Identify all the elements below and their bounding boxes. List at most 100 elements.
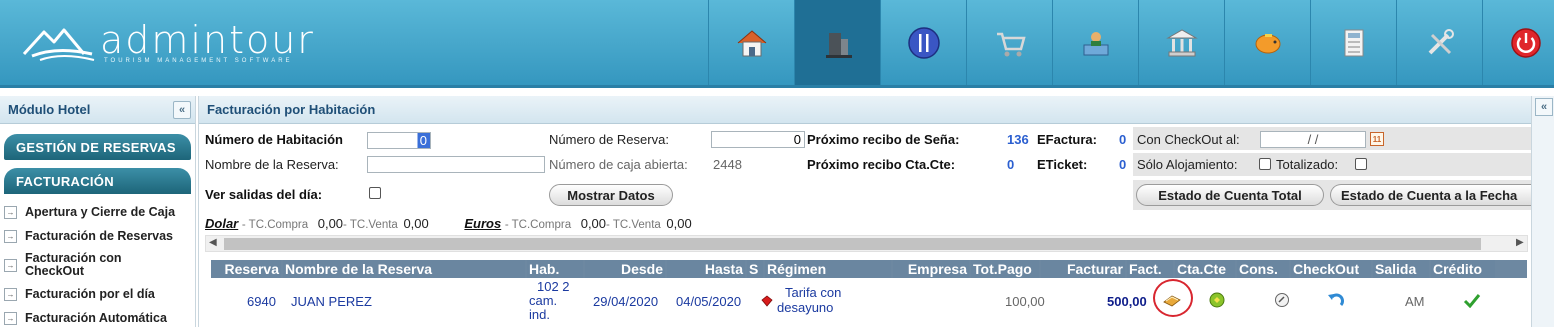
- estado-cuenta-fecha-button[interactable]: Estado de Cuenta a la Fecha: [1330, 184, 1532, 206]
- horizontal-scrollbar[interactable]: ◀ ▶: [205, 235, 1528, 252]
- cell-regimen-line2: desayuno: [777, 300, 834, 315]
- main-panel: Facturación por Habitación Número de Hab…: [198, 96, 1532, 327]
- checkout-date-input[interactable]: [1260, 131, 1366, 148]
- col-cons[interactable]: Cons.: [1237, 260, 1289, 278]
- col-nombre[interactable]: Nombre de la Reserva: [283, 260, 525, 278]
- sidebar-item-facturacion-dia[interactable]: → Facturación por el día: [0, 282, 195, 306]
- cell-hasta: 04/05/2020: [676, 294, 742, 309]
- col-empresa[interactable]: Empresa: [893, 260, 969, 278]
- nav-restaurant[interactable]: [880, 0, 966, 85]
- dolar-tc-compra-label: - TC.Compra: [241, 219, 309, 231]
- nav-hotel[interactable]: [794, 0, 880, 85]
- nro-reserva-input[interactable]: [711, 131, 805, 148]
- logo-tagline: TOURISM MANAGEMENT SOFTWARE: [104, 58, 293, 64]
- cell-nombre[interactable]: JUAN PEREZ: [291, 294, 372, 309]
- col-fact[interactable]: Fact.: [1127, 260, 1173, 278]
- nav-logout[interactable]: [1482, 0, 1554, 85]
- col-reserva[interactable]: Reserva: [211, 260, 281, 278]
- nav-settings[interactable]: [1396, 0, 1482, 85]
- fact-button[interactable]: [1161, 289, 1183, 311]
- estado-cuenta-total-button[interactable]: Estado de Cuenta Total: [1136, 184, 1324, 206]
- nav-home[interactable]: [708, 0, 794, 85]
- col-facturar[interactable]: Facturar: [1041, 260, 1125, 278]
- sidebar-item-label: Facturación Automática: [25, 310, 167, 325]
- cell-regimen-line1: Tarifa con: [785, 285, 842, 300]
- restaurant-icon: [907, 26, 940, 59]
- ver-salidas-label: Ver salidas del día:: [205, 187, 323, 202]
- arrow-right-icon: →: [4, 229, 17, 243]
- sidebar-item-apertura-cierre-caja[interactable]: → Apertura y Cierre de Caja: [0, 200, 195, 224]
- euros-link[interactable]: Euros: [464, 216, 501, 231]
- totalizado-label: Totalizado:: [1276, 157, 1339, 172]
- col-cta-cte[interactable]: Cta.Cte: [1175, 260, 1235, 278]
- right-panel: [1531, 96, 1554, 327]
- efactura-value: 0: [1119, 132, 1127, 147]
- arrow-right-icon: →: [4, 287, 17, 301]
- consult-icon: [1275, 293, 1289, 307]
- ver-salidas-checkbox[interactable]: [369, 187, 381, 199]
- checkmark-icon: [1463, 294, 1481, 308]
- prox-ctacte-value: 0: [1007, 157, 1015, 172]
- app-header: admintour TOURISM MANAGEMENT SOFTWARE: [0, 0, 1554, 88]
- cta-cte-button[interactable]: [1206, 289, 1228, 311]
- sidebar-section-facturacion[interactable]: FACTURACIÓN: [4, 168, 191, 194]
- home-icon: [737, 29, 766, 56]
- sidebar-item-label: Facturación por el día: [25, 286, 155, 301]
- right-panel-collapse-button[interactable]: «: [1535, 98, 1553, 116]
- col-credito[interactable]: Crédito: [1431, 260, 1495, 278]
- nro-habitacion-input[interactable]: [367, 132, 431, 149]
- col-s[interactable]: S: [747, 260, 763, 278]
- col-hasta[interactable]: Hasta: [667, 260, 745, 278]
- power-icon: [1510, 27, 1541, 58]
- bank-icon: [1165, 28, 1198, 56]
- scroll-right-icon[interactable]: ▶: [1516, 237, 1524, 248]
- arrow-right-icon: →: [4, 258, 17, 272]
- nombre-reserva-input[interactable]: [367, 156, 545, 173]
- eticket-label: ETicket:: [1037, 157, 1088, 172]
- sidebar-item-facturacion-automatica[interactable]: → Facturación Automática: [0, 306, 195, 330]
- col-desde[interactable]: Desde: [585, 260, 665, 278]
- totalizado-checkbox[interactable]: [1355, 158, 1367, 170]
- piggy-bank-icon: [1255, 33, 1280, 53]
- dolar-link[interactable]: Dolar: [205, 216, 238, 231]
- solo-alojamiento-checkbox[interactable]: [1259, 158, 1271, 170]
- nombre-reserva-label: Nombre de la Reserva:: [205, 157, 339, 172]
- nav-reception[interactable]: [1052, 0, 1138, 85]
- prox-ctacte-label: Próximo recibo Cta.Cte:: [807, 157, 956, 172]
- sidebar-item-facturacion-reservas[interactable]: → Facturación de Reservas: [0, 224, 195, 248]
- nav-shopping[interactable]: [966, 0, 1052, 85]
- euros-tc-compra-label: - TC.Compra: [504, 219, 572, 231]
- cell-reserva: 6940: [247, 294, 276, 309]
- currency-row: Dolar - TC.Compra 0,00- TC.Venta 0,00 Eu…: [205, 216, 692, 231]
- col-hab[interactable]: Hab.: [527, 260, 583, 278]
- logo[interactable]: admintour TOURISM MANAGEMENT SOFTWARE: [22, 18, 313, 70]
- prox-sena-value: 136: [1007, 132, 1029, 147]
- col-tot-pago[interactable]: Tot.Pago: [971, 260, 1039, 278]
- nro-reserva-label: Número de Reserva:: [549, 132, 669, 147]
- efactura-label: EFactura:: [1037, 132, 1097, 147]
- calculator-icon: [1344, 29, 1363, 56]
- mountain-logo-icon: [22, 28, 95, 61]
- credito-button[interactable]: [1461, 289, 1483, 311]
- scroll-left-icon[interactable]: ◀: [209, 237, 217, 248]
- mostrar-datos-button[interactable]: Mostrar Datos: [549, 184, 673, 206]
- table-row[interactable]: 6940 JUAN PEREZ 102 2 cam. ind. 29/04/20…: [211, 279, 1527, 327]
- euros-tc-compra-value: 0,00: [580, 216, 607, 231]
- col-regimen[interactable]: Régimen: [765, 260, 891, 278]
- sidebar-item-facturacion-checkout[interactable]: → Facturación con CheckOut: [0, 248, 195, 282]
- col-checkout[interactable]: CheckOut: [1291, 260, 1371, 278]
- calendar-icon[interactable]: 11: [1370, 132, 1384, 146]
- nav-savings[interactable]: [1224, 0, 1310, 85]
- cons-button[interactable]: [1271, 289, 1293, 311]
- col-salida[interactable]: Salida: [1373, 260, 1429, 278]
- top-navigation: [708, 0, 1554, 85]
- caja-abierta-value: 2448: [713, 157, 742, 172]
- sidebar-collapse-button[interactable]: «: [173, 100, 191, 119]
- scrollbar-thumb[interactable]: [224, 238, 1481, 250]
- nav-bank[interactable]: [1138, 0, 1224, 85]
- sidebar-section-gestion-reservas[interactable]: GESTIÓN DE RESERVAS: [4, 134, 191, 160]
- page-title: Facturación por Habitación: [199, 96, 1531, 124]
- nav-calculator[interactable]: [1310, 0, 1396, 85]
- table-header: Reserva Nombre de la Reserva Hab. Desde …: [211, 260, 1527, 278]
- checkout-button[interactable]: [1325, 289, 1347, 311]
